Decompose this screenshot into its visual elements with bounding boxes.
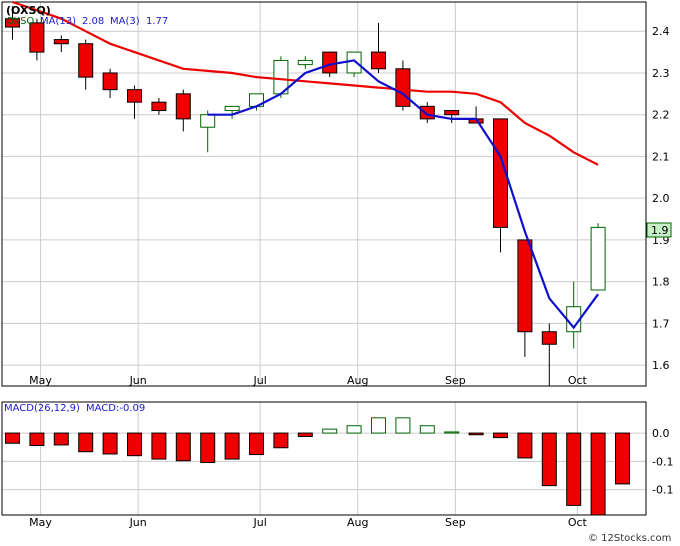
candle-body (346, 51, 362, 74)
macd-bar (5, 432, 20, 444)
candle-body (200, 114, 216, 128)
legend-ma13-label: MA(13) (40, 16, 76, 27)
macd-x-tick: Jul (253, 516, 267, 529)
candle-body (541, 331, 557, 345)
candle (273, 56, 289, 98)
macd-bar (127, 432, 142, 457)
macd-bar (346, 425, 362, 434)
macd-x-tick: Jun (129, 516, 147, 529)
last-price-tag: 1.9 (646, 222, 672, 238)
candle-body (395, 68, 411, 107)
macd-y-tick: -0.1 (652, 455, 673, 468)
price-y-tick: 2.1 (652, 150, 670, 163)
price-x-tick: Aug (347, 374, 368, 387)
stock-chart: 1.6 1.7 1.8 1.9 2.0 2.1 2.2 2.3 2.4 May Jun Jul Aug… (0, 0, 680, 546)
macd-bar (566, 432, 582, 506)
price-y-tick: 1.7 (652, 317, 670, 330)
candle-body (78, 43, 94, 78)
macd-bar (419, 425, 435, 434)
price-y-tick: 2.2 (652, 109, 670, 122)
macd-bar (395, 417, 411, 434)
macd-bar (249, 432, 264, 456)
macd-y-tick: -0.1 (652, 484, 673, 497)
last-price-label: 1.9 (651, 224, 669, 237)
price-x-tick: Jul (253, 374, 267, 387)
legend-ma3-value: 1.77 (146, 16, 168, 27)
candle-body (127, 89, 142, 103)
macd-bar (371, 417, 386, 434)
macd-legend: MACD(26,12,9) MACD:-0.09 (4, 403, 145, 414)
candle-body (444, 110, 460, 116)
price-x-tick: May (29, 374, 52, 387)
macd-bar (493, 432, 508, 439)
price-y-tick: 2.4 (652, 25, 670, 38)
macd-bar (615, 432, 630, 485)
price-x-tick: Jun (129, 374, 147, 387)
macd-bar (541, 432, 557, 487)
macd-legend-value: MACD:-0.09 (86, 403, 145, 414)
price-y-tick: 2.0 (652, 192, 670, 205)
macd-bar (224, 432, 240, 460)
chart-canvas: 1.6 1.7 1.8 1.9 2.0 2.1 2.2 2.3 2.4 May Jun Jul Aug… (0, 0, 680, 546)
macd-bar (200, 432, 216, 463)
candle-body (29, 22, 45, 53)
candle-body (102, 72, 118, 91)
price-y-tick: 1.8 (652, 276, 670, 289)
macd-bar (102, 432, 118, 455)
candle-body (175, 93, 191, 120)
watermark: © 12Stocks.com (588, 533, 671, 544)
macd-bar (468, 432, 484, 436)
candle-body (590, 226, 606, 291)
candle-body (151, 101, 167, 112)
macd-y-tick: 0.0 (652, 427, 670, 440)
macd-x-tick: Sep (445, 516, 466, 529)
candle-body (517, 239, 533, 333)
candle-body (371, 51, 386, 70)
price-x-tick: Sep (445, 374, 466, 387)
macd-bar (297, 432, 313, 437)
candle-body (297, 59, 313, 66)
candle (590, 223, 606, 291)
macd-bar (590, 432, 606, 516)
macd-x-tick: Oct (568, 516, 588, 529)
legend-symbol: OXSQ (6, 16, 34, 27)
legend-ma13-value: 2.08 (82, 16, 104, 27)
macd-bar (175, 432, 191, 462)
macd-bar (322, 428, 338, 434)
candle-body (419, 105, 435, 120)
price-y-tick: 1.6 (652, 359, 670, 372)
macd-bar (151, 432, 167, 460)
macd-bar (517, 432, 533, 459)
candle-body (322, 51, 338, 74)
macd-bar (53, 432, 69, 446)
macd-legend-label: MACD(26,12,9) (4, 403, 80, 414)
candle-body (53, 39, 69, 45)
macd-bar (78, 432, 94, 453)
price-x-tick: Oct (568, 374, 588, 387)
macd-bar (29, 432, 45, 447)
price-y-tick: 2.3 (652, 67, 670, 80)
candle-body (224, 105, 240, 112)
price-axis: 1.6 1.7 1.8 1.9 2.0 2.1 2.2 2.3 2.4 (652, 25, 670, 372)
macd-bar (444, 431, 460, 434)
macd-x-tick: May (29, 516, 52, 529)
macd-bar (273, 432, 289, 449)
legend-ma3-label: MA(3) (110, 16, 140, 27)
macd-x-tick: Aug (347, 516, 368, 529)
